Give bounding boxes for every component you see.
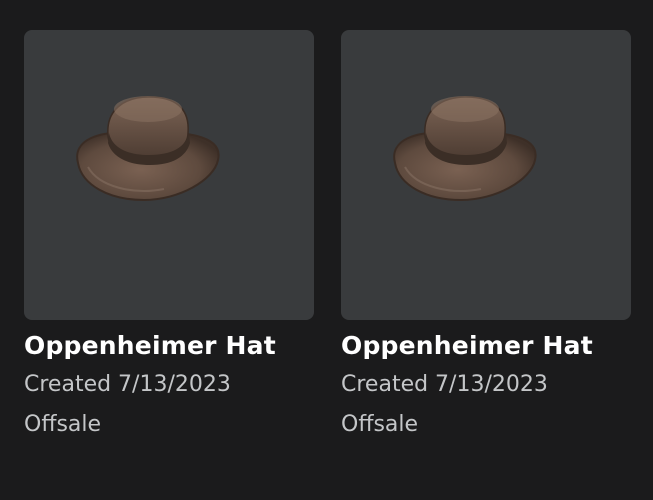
item-status: Offsale (341, 412, 419, 437)
item-status: Offsale (24, 412, 102, 437)
item-grid: Oppenheimer Hat Created 7/13/2023 Offsal… (0, 0, 653, 500)
item-created-date: Created 7/13/2023 (341, 372, 548, 397)
item-card[interactable]: Oppenheimer Hat Created 7/13/2023 Offsal… (24, 30, 314, 440)
item-thumbnail[interactable] (24, 30, 314, 320)
item-name[interactable]: Oppenheimer Hat (341, 328, 631, 364)
brown-fedora-hat-icon (76, 96, 220, 202)
item-card[interactable]: Oppenheimer Hat Created 7/13/2023 Offsal… (341, 30, 631, 440)
brown-fedora-hat-icon (393, 96, 537, 202)
item-thumbnail[interactable] (341, 30, 631, 320)
item-created-date: Created 7/13/2023 (24, 372, 231, 397)
item-name[interactable]: Oppenheimer Hat (24, 328, 314, 364)
